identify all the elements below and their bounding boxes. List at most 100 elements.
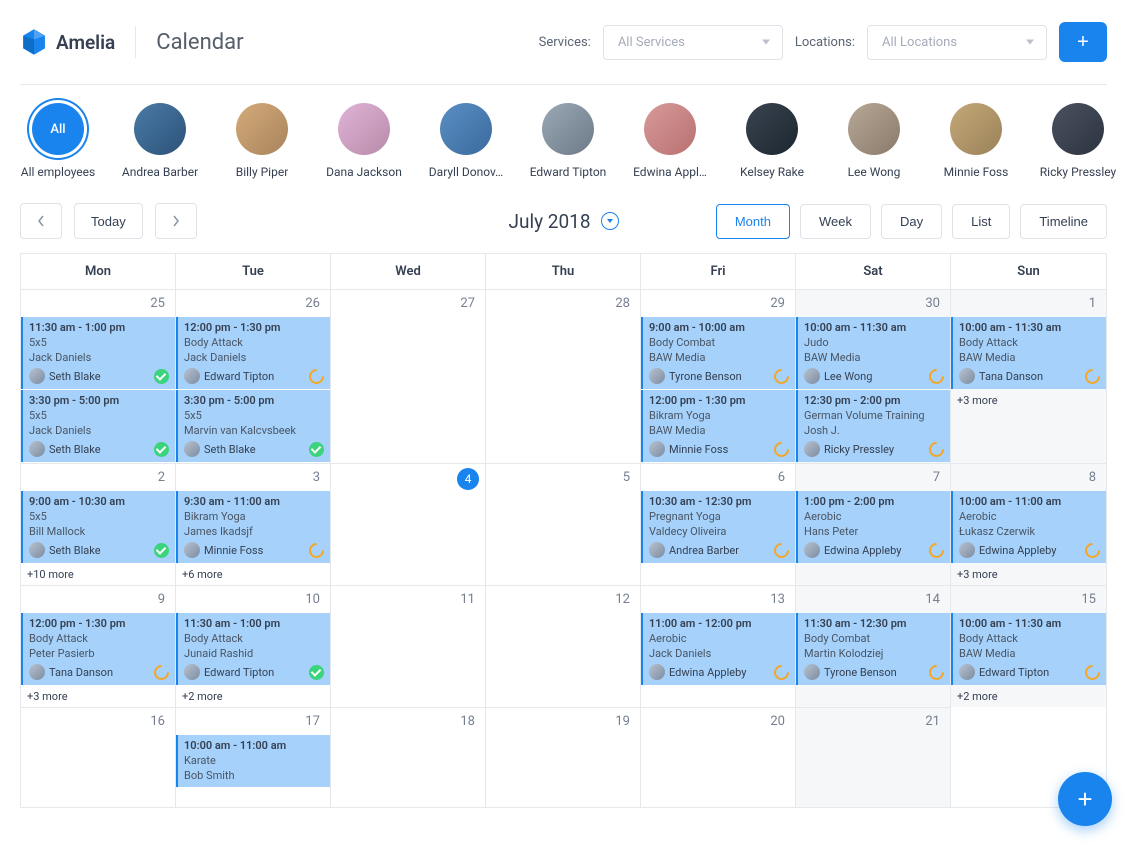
calendar-cell[interactable]: 29:00 am - 10:30 am5x5Bill MallockSeth B… (21, 463, 176, 585)
event[interactable]: 11:30 am - 1:00 pmBody AttackJunaid Rash… (176, 613, 330, 685)
calendar-cell[interactable]: 39:30 am - 11:00 amBikram YogaJames Ikad… (176, 463, 331, 585)
fab-add-button[interactable]: + (1058, 772, 1112, 826)
day-header: Wed (331, 254, 486, 289)
employee-filter[interactable]: Edwina Appl… (632, 103, 708, 179)
employee-filter[interactable]: Minnie Foss (938, 103, 1014, 179)
calendar-cell[interactable]: 810:00 am - 11:00 amAerobicŁukasz Czerwi… (951, 463, 1106, 585)
calendar-cell[interactable]: 912:00 pm - 1:30 pmBody AttackPeter Pasi… (21, 585, 176, 707)
locations-select[interactable]: All Locations (867, 25, 1047, 60)
period-picker[interactable]: July 2018 (509, 210, 619, 233)
event-time: 10:30 am - 12:30 pm (649, 495, 789, 508)
view-month[interactable]: Month (716, 204, 790, 239)
services-placeholder: All Services (618, 35, 685, 50)
date-number: 8 (951, 464, 1106, 491)
event[interactable]: 1:00 pm - 2:00 pmAerobicHans PeterEdwina… (796, 491, 950, 563)
day-header: Fri (641, 254, 796, 289)
event-subtitle: Jack Daniels (29, 351, 169, 364)
event[interactable]: 10:00 am - 11:30 amBody AttackBAW MediaE… (951, 613, 1106, 685)
calendar-cell[interactable]: 16 (21, 707, 176, 807)
event-title: German Volume Training (804, 409, 944, 422)
calendar-cell[interactable]: 28 (486, 289, 641, 463)
avatar (649, 441, 665, 457)
employee-filter[interactable]: Ricky Pressley (1040, 103, 1116, 179)
calendar-cell[interactable]: 110:00 am - 11:30 amBody AttackBAW Media… (951, 289, 1106, 463)
calendar-cell[interactable]: 12 (486, 585, 641, 707)
calendar-cell[interactable]: 2612:00 pm - 1:30 pmBody AttackJack Dani… (176, 289, 331, 463)
event-title: Body Combat (649, 336, 789, 349)
view-timeline[interactable]: Timeline (1020, 204, 1107, 239)
employee-filter-bar: AllAll employees Andrea Barber Billy Piper… (0, 85, 1127, 193)
event[interactable]: 10:30 am - 12:30 pmPregnant YogaValdecy … (641, 491, 795, 563)
today-button[interactable]: Today (74, 203, 143, 239)
event[interactable]: 12:00 pm - 1:30 pmBody AttackJack Daniel… (176, 317, 330, 389)
calendar-cell[interactable]: 1411:30 am - 12:30 pmBody CombatMartin K… (796, 585, 951, 707)
add-button[interactable]: + (1059, 22, 1107, 62)
event[interactable]: 12:00 pm - 1:30 pmBody AttackPeter Pasie… (21, 613, 175, 685)
calendar-cell[interactable]: 27 (331, 289, 486, 463)
date-number: 4 (457, 468, 479, 490)
event[interactable]: 12:30 pm - 2:00 pmGerman Volume Training… (796, 390, 950, 462)
calendar-cell[interactable]: 21 (796, 707, 951, 807)
more-events-link[interactable]: +3 more (951, 564, 1106, 585)
more-events-link[interactable]: +3 more (951, 390, 1106, 411)
event[interactable]: 10:00 am - 11:30 amBody AttackBAW MediaT… (951, 317, 1106, 389)
calendar-cell[interactable]: 11 (331, 585, 486, 707)
employee-filter[interactable]: Kelsey Rake (734, 103, 810, 179)
employee-name: All employees (21, 165, 95, 179)
employee-filter[interactable]: Edward Tipton (530, 103, 606, 179)
event-subtitle: Jack Daniels (29, 424, 169, 437)
date-number: 30 (796, 290, 950, 317)
calendar-cell[interactable]: 1510:00 am - 11:30 amBody AttackBAW Medi… (951, 585, 1106, 707)
calendar-cell[interactable]: 1311:00 am - 12:00 pmAerobicJack Daniels… (641, 585, 796, 707)
event[interactable]: 11:30 am - 12:30 pmBody CombatMartin Kol… (796, 613, 950, 685)
calendar-cell[interactable]: 18 (331, 707, 486, 807)
more-events-link[interactable]: +2 more (951, 686, 1106, 707)
event-subtitle: Peter Pasierb (29, 647, 169, 660)
more-events-link[interactable]: +6 more (176, 564, 330, 585)
employee-filter[interactable]: AllAll employees (20, 103, 96, 179)
calendar-cell[interactable]: 3010:00 am - 11:30 amJudoBAW MediaLee Wo… (796, 289, 951, 463)
more-events-link[interactable]: +3 more (21, 686, 175, 707)
employee-filter[interactable]: Andrea Barber (122, 103, 198, 179)
employee-filter[interactable]: Lee Wong (836, 103, 912, 179)
event[interactable]: 9:30 am - 11:00 amBikram YogaJames Ikads… (176, 491, 330, 563)
brand-logo: Amelia (20, 28, 115, 56)
calendar-cell[interactable]: 610:30 am - 12:30 pmPregnant YogaValdecy… (641, 463, 796, 585)
event-assignee: Edward Tipton (204, 370, 305, 383)
view-week[interactable]: Week (800, 204, 871, 239)
services-select[interactable]: All Services (603, 25, 783, 60)
more-events-link[interactable]: +2 more (176, 686, 330, 707)
calendar-cell[interactable]: 299:00 am - 10:00 amBody CombatBAW Media… (641, 289, 796, 463)
employee-filter[interactable]: Billy Piper (224, 103, 300, 179)
employee-filter[interactable]: Dana Jackson (326, 103, 402, 179)
prev-button[interactable] (20, 203, 62, 239)
more-events-link[interactable]: +10 more (21, 564, 175, 585)
event[interactable]: 10:00 am - 11:30 amJudoBAW MediaLee Wong (796, 317, 950, 389)
event[interactable]: 9:00 am - 10:00 amBody CombatBAW MediaTy… (641, 317, 795, 389)
event[interactable]: 10:00 am - 11:00 amAerobicŁukasz Czerwik… (951, 491, 1106, 563)
event[interactable]: 11:30 am - 1:00 pm5x5Jack DanielsSeth Bl… (21, 317, 175, 389)
event[interactable]: 11:00 am - 12:00 pmAerobicJack DanielsEd… (641, 613, 795, 685)
calendar-cell[interactable]: 4 (331, 463, 486, 585)
event-subtitle: Martin Kolodziej (804, 647, 944, 660)
event[interactable]: 9:00 am - 10:30 am5x5Bill MallockSeth Bl… (21, 491, 175, 563)
calendar-cell[interactable]: 2511:30 am - 1:00 pm5x5Jack DanielsSeth … (21, 289, 176, 463)
calendar-cell[interactable]: 71:00 pm - 2:00 pmAerobicHans PeterEdwin… (796, 463, 951, 585)
view-day[interactable]: Day (881, 204, 942, 239)
calendar-cell[interactable]: 5 (486, 463, 641, 585)
avatar (804, 664, 820, 680)
calendar-cell[interactable]: 1011:30 am - 1:00 pmBody AttackJunaid Ra… (176, 585, 331, 707)
avatar (959, 664, 975, 680)
employee-filter[interactable]: Daryll Donov… (428, 103, 504, 179)
event[interactable]: 3:30 pm - 5:00 pm5x5Jack DanielsSeth Bla… (21, 390, 175, 462)
event[interactable]: 12:00 pm - 1:30 pmBikram YogaBAW MediaMi… (641, 390, 795, 462)
event-subtitle: James Ikadsjf (184, 525, 324, 538)
calendar-cell[interactable]: 19 (486, 707, 641, 807)
event[interactable]: 10:00 am - 11:00 amKarateBob Smith (176, 735, 330, 787)
calendar-cell[interactable]: 1710:00 am - 11:00 amKarateBob Smith (176, 707, 331, 807)
calendar-cell[interactable]: 20 (641, 707, 796, 807)
next-button[interactable] (155, 203, 197, 239)
event-subtitle: Marvin van Kalcvsbeek (184, 424, 324, 437)
view-list[interactable]: List (952, 204, 1010, 239)
event[interactable]: 3:30 pm - 5:00 pm5x5Marvin van Kalcvsbee… (176, 390, 330, 462)
